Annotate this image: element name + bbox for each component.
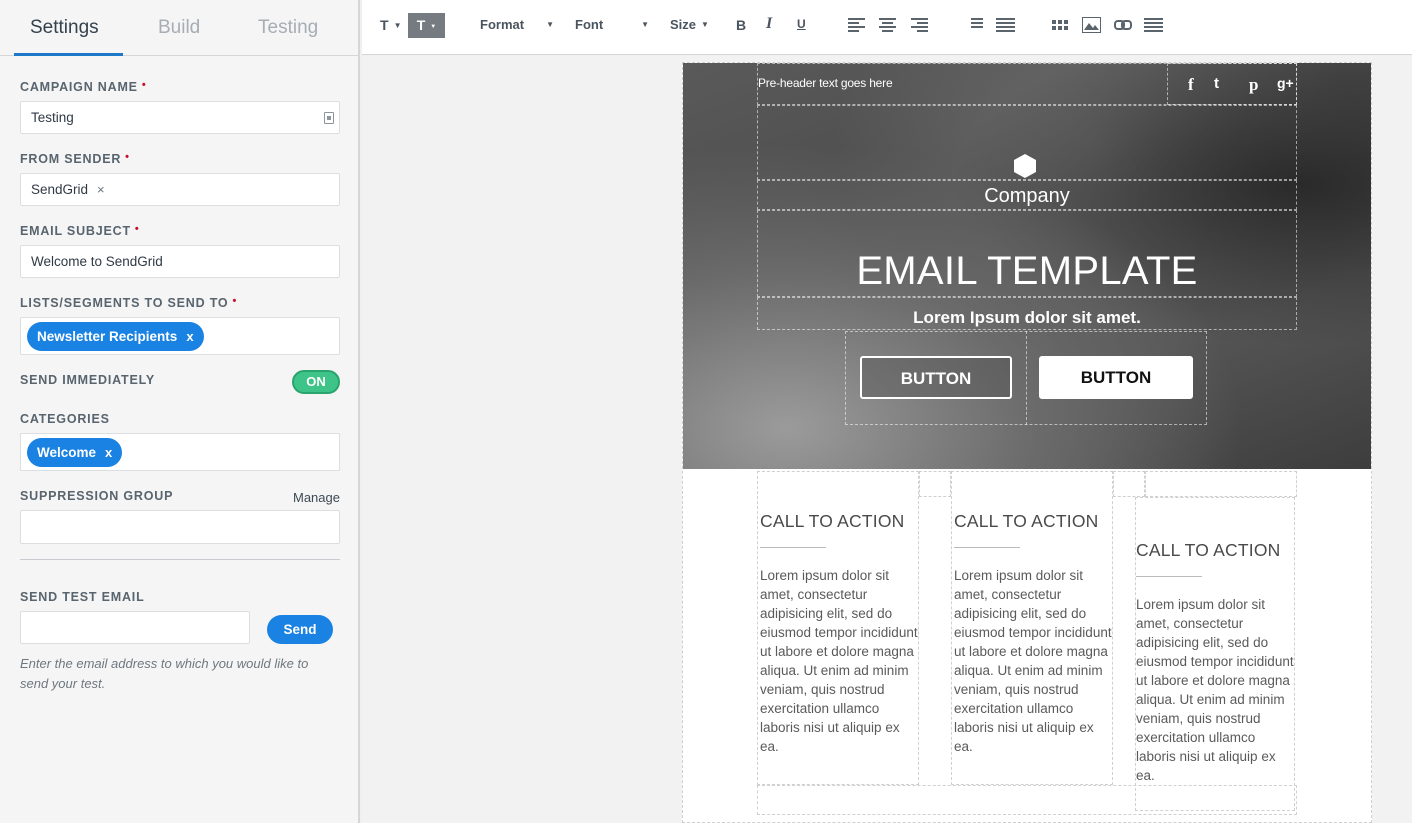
settings-sidebar: Settings Build Testing CAMPAIGN NAME • Te…	[0, 0, 360, 823]
cta-block-2[interactable]: CALL TO ACTION Lorem ipsum dolor sit ame…	[954, 511, 1114, 756]
align-center-icon[interactable]	[879, 18, 896, 32]
cta-title: CALL TO ACTION	[954, 511, 1099, 531]
align-left-icon[interactable]	[848, 18, 865, 32]
suppression-group-select[interactable]	[20, 510, 340, 544]
size-dropdown[interactable]: Size ▼	[670, 17, 709, 32]
list-tag: Newsletter Recipients x	[27, 321, 204, 351]
remove-tag-icon[interactable]: x	[105, 445, 112, 460]
email-subject-input[interactable]: Welcome to SendGrid	[20, 245, 340, 278]
tab-testing[interactable]: Testing	[258, 17, 318, 39]
image-icon[interactable]	[1082, 17, 1101, 33]
cta-divider	[954, 547, 1020, 548]
email-template: Pre-header text goes here f t p g+ Compa…	[682, 62, 1372, 823]
test-email-help-text: Enter the email address to which you wou…	[20, 656, 309, 691]
bold-button[interactable]: B	[736, 17, 746, 33]
lists-label: LISTS/SEGMENTS TO SEND TO •	[20, 295, 238, 310]
test-email-input[interactable]	[20, 611, 250, 644]
text-color-dropdown[interactable]: T ▼	[408, 13, 445, 38]
suppression-group-label: SUPPRESSION GROUP	[20, 489, 174, 503]
pinterest-icon[interactable]: p	[1249, 75, 1258, 95]
manage-link[interactable]: Manage	[293, 490, 340, 505]
send-test-button[interactable]: Send	[267, 615, 333, 644]
tab-bar: Settings Build Testing	[0, 0, 358, 56]
hero-section[interactable]: Pre-header text goes here f t p g+ Compa…	[683, 63, 1371, 469]
cta-block-1[interactable]: CALL TO ACTION Lorem ipsum dolor sit ame…	[760, 511, 920, 756]
horizontal-rule-icon[interactable]	[1144, 18, 1163, 32]
tab-settings[interactable]: Settings	[30, 17, 99, 39]
format-dropdown[interactable]: Format ▼	[480, 17, 554, 32]
font-dropdown[interactable]: Font ▼	[575, 17, 649, 32]
send-test-email-label: SEND TEST EMAIL	[20, 590, 145, 604]
spacer-outline	[1145, 471, 1297, 497]
lists-select[interactable]: Newsletter Recipients x	[20, 317, 340, 355]
cta-block-3[interactable]: CALL TO ACTION Lorem ipsum dolor sit ame…	[1136, 540, 1296, 785]
tab-build[interactable]: Build	[158, 17, 200, 39]
clear-sender-icon[interactable]: ×	[97, 182, 105, 197]
italic-button[interactable]: I	[766, 15, 772, 33]
email-canvas: Pre-header text goes here f t p g+ Compa…	[362, 56, 1412, 823]
align-right-icon[interactable]	[911, 18, 928, 32]
category-tag: Welcome x	[27, 437, 123, 467]
campaign-name-input[interactable]: Testing	[20, 101, 340, 134]
spacer-outline	[919, 471, 951, 497]
campaign-name-label: CAMPAIGN NAME •	[20, 79, 147, 94]
company-name[interactable]: Company	[683, 185, 1371, 208]
divider	[20, 559, 340, 560]
editor-toolbar: T ▼ T ▼ Format ▼ Font ▼ Size ▼ B I U	[362, 0, 1412, 55]
link-icon[interactable]	[1114, 19, 1132, 31]
layout-grid-icon[interactable]	[1052, 20, 1069, 30]
categories-select[interactable]: Welcome x	[20, 433, 340, 471]
hero-title[interactable]: EMAIL TEMPLATE	[683, 249, 1371, 294]
spacer-outline	[1113, 471, 1145, 497]
text-style-dropdown[interactable]: T ▼	[380, 17, 401, 33]
from-sender-label: FROM SENDER •	[20, 151, 130, 166]
underline-button[interactable]: U	[797, 17, 806, 31]
buttons-divider	[1026, 331, 1027, 425]
active-tab-indicator	[14, 53, 123, 56]
unordered-list-icon[interactable]	[996, 18, 1015, 32]
email-subject-label: EMAIL SUBJECT •	[20, 223, 140, 238]
required-marker: •	[134, 223, 140, 235]
facebook-icon[interactable]: f	[1188, 75, 1194, 95]
ordered-list-icon[interactable]	[966, 18, 983, 32]
twitter-icon[interactable]: t	[1214, 75, 1219, 92]
send-immediately-label: SEND IMMEDIATELY	[20, 373, 156, 387]
required-marker: •	[141, 79, 147, 91]
email-subject-value: Welcome to SendGrid	[31, 254, 163, 269]
remove-tag-icon[interactable]: x	[186, 329, 193, 344]
required-marker: •	[125, 151, 130, 163]
cta-title: CALL TO ACTION	[760, 511, 905, 531]
cta-body: Lorem ipsum dolor sit amet, consectetur …	[1136, 597, 1294, 783]
cta-divider	[1136, 576, 1202, 577]
send-immediately-toggle[interactable]: ON	[292, 370, 340, 394]
from-sender-value: SendGrid	[31, 182, 89, 197]
contact-card-icon	[324, 112, 334, 124]
campaign-name-value: Testing	[31, 110, 74, 125]
cta-title: CALL TO ACTION	[1136, 540, 1281, 560]
hero-button-solid[interactable]: BUTTON	[1039, 356, 1193, 399]
cta-body: Lorem ipsum dolor sit amet, consectetur …	[760, 568, 918, 754]
hero-button-outline[interactable]: BUTTON	[860, 356, 1012, 399]
preheader-text[interactable]: Pre-header text goes here	[758, 76, 893, 90]
required-marker: •	[232, 295, 238, 307]
cta-divider	[760, 547, 826, 548]
hero-subtitle[interactable]: Lorem Ipsum dolor sit amet.	[683, 308, 1371, 328]
google-plus-icon[interactable]: g+	[1277, 75, 1294, 91]
categories-label: CATEGORIES	[20, 412, 110, 426]
cta-body: Lorem ipsum dolor sit amet, consectetur …	[954, 568, 1112, 754]
cta-section: CALL TO ACTION Lorem ipsum dolor sit ame…	[683, 471, 1371, 823]
from-sender-select[interactable]: SendGrid ×	[20, 173, 340, 206]
footer-spacer-outline	[757, 785, 1297, 815]
